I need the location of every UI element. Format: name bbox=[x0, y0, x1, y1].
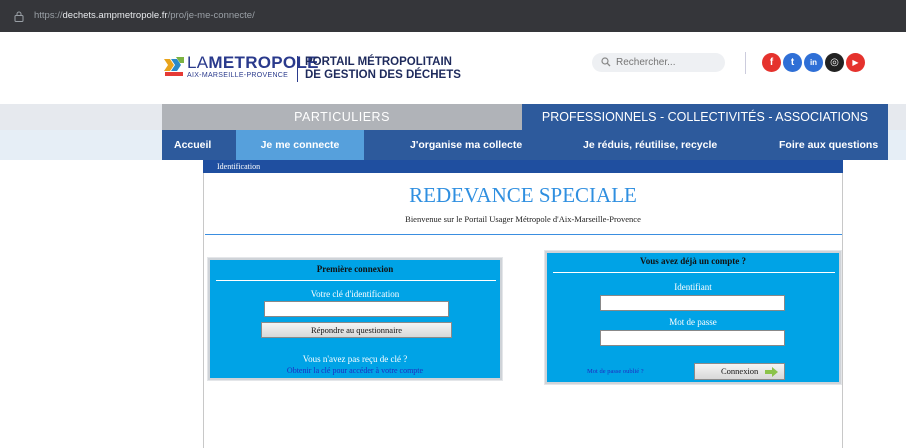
main-nav: Accueil Je me connecte J'organise ma col… bbox=[162, 130, 888, 160]
logo-wordmark: LAMETROPOLE bbox=[187, 53, 319, 72]
identification-key-input[interactable] bbox=[264, 301, 449, 317]
search-icon bbox=[601, 57, 611, 67]
logo-subtitle: AIX-MARSEILLE-PROVENCE bbox=[187, 72, 289, 79]
first-login-panel: Première connexion Votre clé d'identific… bbox=[208, 258, 502, 380]
portal-title-line2: DE GESTION DES DÉCHETS bbox=[305, 69, 461, 81]
metropole-logo[interactable]: LAMETROPOLE AIX-MARSEILLE-PROVENCE bbox=[163, 53, 318, 85]
browser-address-bar[interactable]: https://dechets.ampmetropole.fr/pro/je-m… bbox=[0, 0, 906, 32]
nav-je-me-connecte[interactable]: Je me connecte bbox=[236, 130, 364, 160]
connexion-button-label: Connexion bbox=[721, 366, 759, 376]
questionnaire-button[interactable]: Répondre au questionnaire bbox=[261, 322, 452, 338]
search-input[interactable] bbox=[616, 55, 716, 70]
forgot-password-link[interactable]: Mot de passe oublié ? bbox=[587, 368, 644, 375]
password-label: Mot de passe bbox=[669, 317, 717, 327]
nav-accueil[interactable]: Accueil bbox=[174, 130, 211, 160]
panel-rule bbox=[216, 280, 496, 281]
panel-rule bbox=[553, 272, 835, 273]
linkedin-icon[interactable]: in bbox=[804, 53, 823, 72]
metropole-emblem-icon bbox=[164, 57, 184, 76]
nav-faq[interactable]: Foire aux questions bbox=[779, 130, 878, 160]
facebook-icon[interactable]: f bbox=[762, 53, 781, 72]
page-title: REDEVANCE SPECIALE bbox=[409, 183, 637, 207]
identification-tab: Identification bbox=[203, 160, 843, 173]
connexion-button[interactable]: Connexion bbox=[694, 363, 785, 380]
login-title: Vous avez déjà un compte ? bbox=[640, 256, 746, 266]
twitter-icon[interactable]: t bbox=[783, 53, 802, 72]
nav-organise-collecte[interactable]: J'organise ma collecte bbox=[410, 130, 522, 160]
arrow-right-icon bbox=[765, 367, 778, 377]
portal-title-line1: PORTAIL MÉTROPOLITAIN bbox=[305, 56, 452, 68]
social-divider bbox=[745, 52, 746, 74]
section-divider bbox=[205, 234, 842, 235]
identifiant-input[interactable] bbox=[600, 295, 785, 311]
lock-icon bbox=[14, 11, 24, 22]
welcome-text: Bienvenue sur le Portail Usager Métropol… bbox=[405, 214, 641, 224]
header-divider bbox=[297, 56, 298, 82]
tab-professionnels[interactable]: PROFESSIONNELS - COLLECTIVITÉS - ASSOCIA… bbox=[522, 104, 888, 130]
key-label: Votre clé d'identification bbox=[310, 289, 400, 299]
instagram-icon[interactable]: ◎ bbox=[825, 53, 844, 72]
url-text[interactable]: https://dechets.ampmetropole.fr/pro/je-m… bbox=[34, 10, 255, 21]
password-input[interactable] bbox=[600, 330, 785, 346]
portal-title: PORTAIL MÉTROPOLITAIN DE GESTION DES DÉC… bbox=[305, 56, 461, 82]
no-key-text: Vous n'avez pas reçu de clé ? bbox=[302, 354, 408, 364]
youtube-icon[interactable]: ▶ bbox=[846, 53, 865, 72]
first-login-title: Première connexion bbox=[316, 264, 394, 274]
nav-reduis-reutilise[interactable]: Je réduis, réutilise, recycle bbox=[583, 130, 717, 160]
tab-particuliers[interactable]: PARTICULIERS bbox=[162, 104, 522, 130]
login-panel: Vous avez déjà un compte ? Identifiant M… bbox=[545, 251, 841, 384]
get-key-link[interactable]: Obtenir la clé pour accéder à votre comp… bbox=[210, 366, 500, 375]
identifiant-label: Identifiant bbox=[674, 282, 712, 292]
search-box[interactable] bbox=[592, 53, 725, 72]
